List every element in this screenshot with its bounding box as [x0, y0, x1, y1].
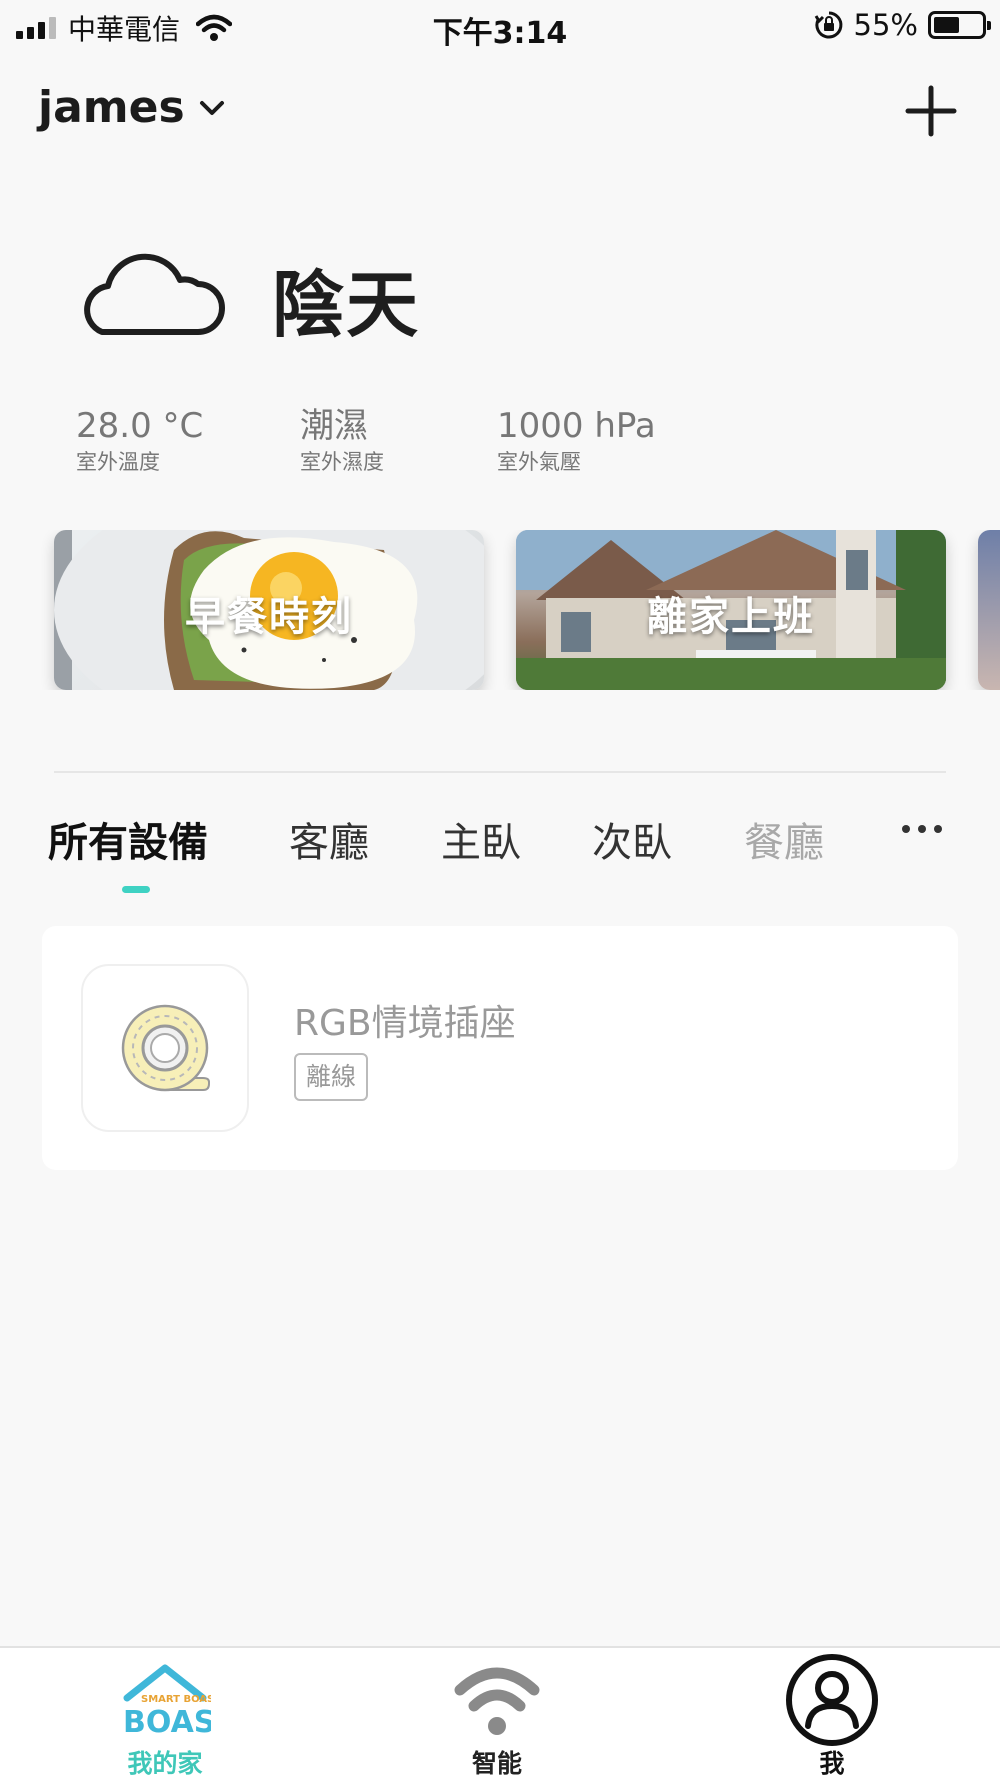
status-bar: 中華電信 下午3:14 55% — [0, 0, 1000, 56]
status-right: 55% — [814, 8, 991, 42]
wifi-icon — [454, 1667, 540, 1735]
socket-icon — [121, 1004, 210, 1092]
device-name: RGB情境插座 — [294, 1003, 516, 1044]
user-icon — [786, 1654, 878, 1746]
scene-carousel[interactable]: 早餐時刻 離家上班 — [0, 530, 1000, 690]
tab-second-bedroom[interactable]: 次臥 — [592, 810, 672, 868]
nav-my-home[interactable]: SMART BOAS BOAS 我的家 — [65, 1648, 265, 1778]
plus-icon[interactable] — [904, 84, 958, 138]
scene-label: 早餐時刻 — [185, 594, 353, 640]
tab-master-bedroom[interactable]: 主臥 — [441, 810, 521, 868]
nav-label: 我的家 — [127, 1749, 203, 1778]
nav-me[interactable]: 我 — [732, 1648, 932, 1778]
nav-smart[interactable]: 智能 — [397, 1648, 597, 1778]
outdoor-humidity: 潮濕 室外濕度 — [300, 404, 384, 476]
scene-label: 離家上班 — [647, 594, 815, 640]
stat-label: 室外氣壓 — [497, 450, 581, 474]
stat-label: 室外濕度 — [300, 450, 384, 474]
stat-value: 1000 hPa — [497, 406, 656, 446]
home-selector[interactable]: james — [38, 82, 225, 133]
outdoor-temperature: 28.0 °C 室外溫度 — [76, 404, 203, 476]
scene-card-partial[interactable] — [978, 530, 1000, 690]
divider — [54, 771, 946, 773]
battery-percent: 55% — [853, 8, 918, 42]
device-card[interactable]: RGB情境插座 離線 — [42, 926, 958, 1170]
logo-small-text: SMART BOAS — [141, 1694, 211, 1705]
outdoor-pressure: 1000 hPa 室外氣壓 — [497, 404, 656, 476]
svg-text:BOAS: BOAS — [123, 1705, 211, 1736]
weather-condition: 陰天 — [272, 263, 421, 347]
device-icon-container — [81, 964, 249, 1132]
chevron-down-icon — [199, 100, 224, 115]
scene-card-leave-home[interactable]: 離家上班 — [516, 530, 946, 690]
stat-value: 潮濕 — [300, 406, 368, 446]
room-tabs: 所有設備 客廳 主臥 次臥 餐廳 — [0, 810, 1000, 890]
bottom-nav: SMART BOAS BOAS 我的家 智能 我 — [0, 1646, 1000, 1778]
rotation-lock-icon — [814, 11, 842, 39]
smart-boas-logo: SMART BOAS BOAS — [123, 1664, 211, 1736]
cloud-icon — [84, 253, 225, 335]
scene-card-breakfast[interactable]: 早餐時刻 — [54, 530, 484, 690]
battery-icon — [928, 11, 991, 39]
status-badge: 離線 — [294, 1053, 369, 1101]
home-name: james — [38, 82, 185, 133]
tab-dining-room[interactable]: 餐廳 — [744, 810, 824, 868]
more-horizontal-icon[interactable] — [902, 825, 942, 833]
tab-all-devices[interactable]: 所有設備 — [48, 810, 208, 868]
nav-label: 我 — [819, 1749, 845, 1778]
tab-living-room[interactable]: 客廳 — [289, 810, 369, 868]
stat-label: 室外溫度 — [76, 450, 160, 474]
nav-label: 智能 — [471, 1749, 522, 1778]
active-tab-indicator — [122, 886, 150, 893]
stat-value: 28.0 °C — [76, 406, 204, 446]
